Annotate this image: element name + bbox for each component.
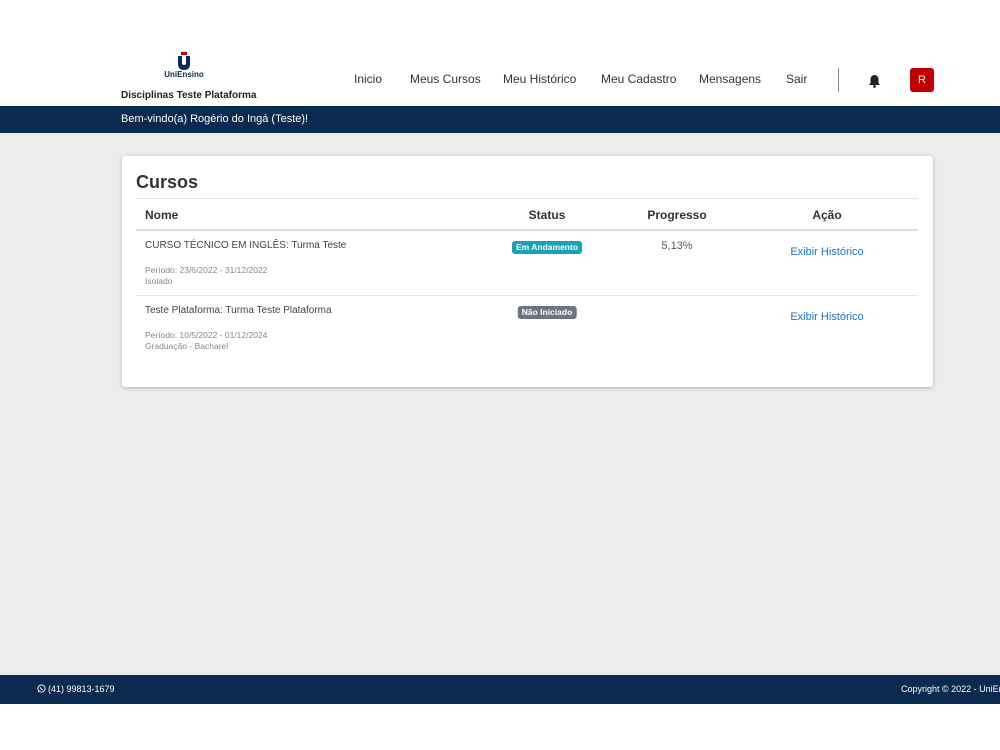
main-content: Cursos Nome Status Progresso Ação CURSO … — [0, 133, 1000, 675]
platform-name: Disciplinas Teste Plataforma — [121, 90, 257, 101]
column-header-status: Status — [528, 208, 566, 222]
header: UniEnsino Disciplinas Teste Plataforma I… — [0, 0, 1000, 106]
view-history-link[interactable]: Exibir Histórico — [790, 311, 863, 323]
logo-text: UniEnsino — [164, 70, 204, 79]
nav-item-meu-cadastro[interactable]: Meu Cadastro — [601, 72, 676, 86]
course-name: CURSO TÉCNICO EM INGLÊS: Turma Teste — [145, 240, 347, 251]
courses-card: Cursos Nome Status Progresso Ação CURSO … — [122, 156, 933, 387]
course-type: Graduação - Bacharel — [145, 341, 229, 351]
bell-icon[interactable] — [868, 74, 881, 88]
status-badge: Em Andamento — [511, 241, 583, 254]
logo-link[interactable]: UniEnsino Disciplinas Teste Plataforma — [121, 50, 256, 102]
footer-phone[interactable]: (41) 99813-1679 — [37, 684, 115, 694]
table-header: Nome Status Progresso Ação — [136, 198, 918, 231]
nav-item-meus-cursos[interactable]: Meus Cursos — [410, 72, 481, 86]
column-header-progress: Progresso — [647, 208, 707, 222]
column-header-action: Ação — [812, 208, 842, 222]
avatar[interactable]: R — [910, 68, 934, 92]
nav-item-inicio[interactable]: Inicio — [354, 72, 382, 86]
view-history-link[interactable]: Exibir Histórico — [790, 246, 863, 258]
course-type: Isolado — [145, 276, 173, 286]
status-badge: Não Iniciado — [517, 306, 577, 319]
courses-table: Nome Status Progresso Ação CURSO TÉCNICO… — [136, 198, 918, 361]
table-row: Teste Plataforma: Turma Teste Plataforma… — [136, 296, 918, 361]
logo-icon — [178, 52, 190, 70]
progress-value: 5,13% — [661, 240, 693, 252]
nav-item-mensagens[interactable]: Mensagens — [699, 72, 761, 86]
course-period: Período: 10/5/2022 - 01/12/2024 — [145, 330, 268, 340]
course-period: Período: 23/6/2022 - 31/12/2022 — [145, 265, 268, 275]
welcome-bar: Bem-vindo(a) Rogério do Ingá (Teste)! — [0, 106, 1000, 133]
footer: (41) 99813-1679 Copyright © 2022 - UniEn… — [0, 675, 1000, 704]
whatsapp-icon — [37, 684, 46, 693]
column-header-name: Nome — [145, 208, 179, 222]
copyright-text: Copyright © 2022 - UniEnsino — [901, 684, 1000, 694]
course-name: Teste Plataforma: Turma Teste Plataforma — [145, 305, 332, 316]
nav-divider — [838, 68, 839, 92]
table-row: CURSO TÉCNICO EM INGLÊS: Turma Teste Per… — [136, 231, 918, 296]
nav-item-meu-historico[interactable]: Meu Histórico — [503, 72, 576, 86]
welcome-text: Bem-vindo(a) Rogério do Ingá (Teste)! — [121, 113, 309, 125]
phone-number: (41) 99813-1679 — [48, 684, 115, 694]
page-title: Cursos — [136, 172, 199, 192]
nav-item-sair[interactable]: Sair — [786, 72, 807, 86]
